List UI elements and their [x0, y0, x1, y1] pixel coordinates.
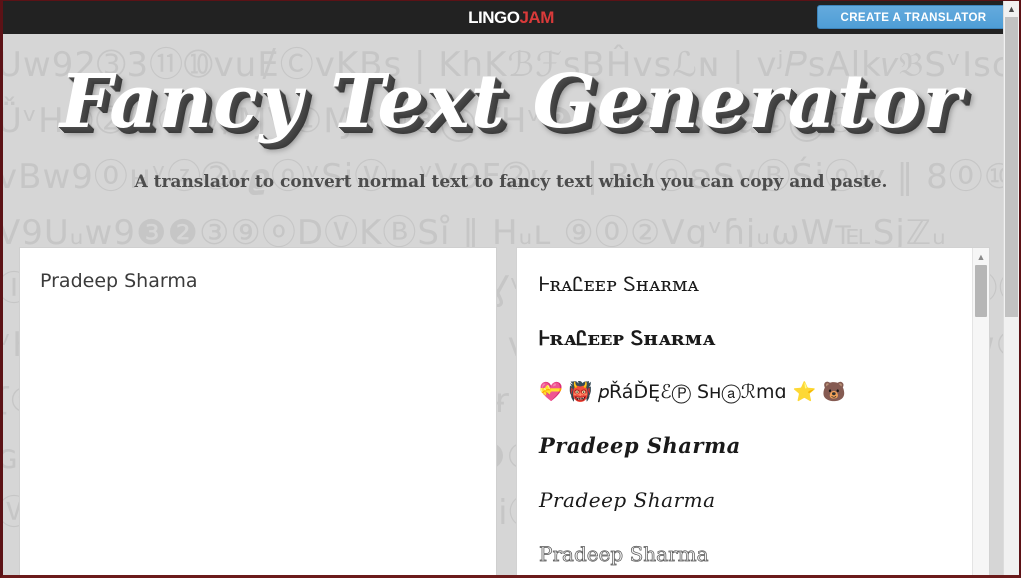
fancy-text-result[interactable]: ᎰʀᴀᏝᴇᴇᴘ Ꮪʜᴀʀᴍᴀ	[539, 266, 972, 320]
fancy-text-result[interactable]: Pradeep Sharma	[539, 428, 972, 482]
logo-text-lingo: LINGO	[468, 8, 520, 27]
browser-viewport: Uw92➂3⑪➉vuɆⒸvKBs | KhKℬℱʂBĤvsℒɴ | vʲ𝑃sAl…	[0, 0, 1021, 578]
browser-window-scrollbar[interactable]: ▲	[1003, 1, 1019, 575]
source-text-input[interactable]	[40, 268, 470, 548]
output-panel-scrollbar[interactable]: ▲	[972, 248, 989, 575]
window-scrollbar-thumb[interactable]	[1005, 17, 1018, 317]
page-subtitle: A translator to convert normal text to f…	[134, 172, 888, 192]
translator-panels: ᎰʀᴀᏝᴇᴇᴘ ᏚʜᴀʀᴍᴀᎰʀᴀᏝᴇᴇᴘ Ꮪʜᴀʀᴍᴀ💝 👹 𝑝ŘáĎĘℰⓅ …	[3, 247, 1019, 575]
top-navigation-bar: LINGOJAM CREATE A TRANSLATOR	[3, 1, 1019, 34]
input-panel[interactable]	[19, 247, 497, 575]
fancy-text-result[interactable]: Pradeep Sharma	[539, 536, 972, 575]
fancy-text-result[interactable]: ᎰʀᴀᏝᴇᴇᴘ Ꮪʜᴀʀᴍᴀ	[539, 320, 972, 374]
output-results-list: ᎰʀᴀᏝᴇᴇᴘ Ꮪʜᴀʀᴍᴀ ᎰʀᴀᏝᴇᴇᴘ Ꮪʜᴀʀᴍᴀ 💝 👹 𝑝ŘáĎĘℰⓅ …	[517, 248, 972, 575]
create-translator-button[interactable]: CREATE A TRANSLATOR	[817, 5, 1010, 29]
fancy-text-result[interactable]: 💝 👹 𝑝ŘáĎĘℰⓅ Sʜⓐℛmɑ ⭐ 🐻	[539, 374, 972, 428]
scroll-up-arrow-icon[interactable]: ▲	[973, 251, 989, 263]
window-scroll-up-arrow-icon[interactable]: ▲	[1004, 3, 1019, 16]
page-title: Fancy Text Generator	[59, 59, 963, 145]
output-scrollbar-thumb[interactable]	[975, 265, 987, 317]
logo-text-jam: JAM	[519, 8, 554, 27]
hero-header: Fancy Text Generator A translator to con…	[3, 34, 1019, 239]
fancy-text-result[interactable]: Pradeep Sharma	[539, 482, 972, 536]
output-panel: ᎰʀᴀᏝᴇᴇᴘ Ꮪʜᴀʀᴍᴀ ᎰʀᴀᏝᴇᴇᴘ Ꮪʜᴀʀᴍᴀ 💝 👹 𝑝ŘáĎĘℰⓅ …	[516, 247, 990, 575]
